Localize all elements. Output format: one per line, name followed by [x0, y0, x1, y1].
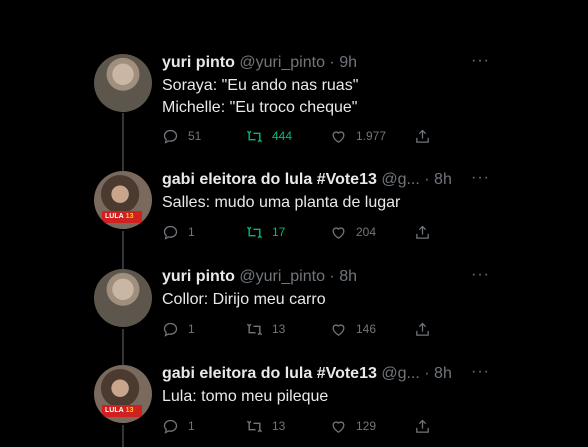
thread-line: [122, 113, 124, 171]
retweet-icon: [246, 130, 263, 142]
author-handle[interactable]: @yuri_pinto: [239, 268, 325, 285]
reply-count: 1: [188, 322, 195, 336]
tweet-text-line: Soraya: "Eu ando nas ruas": [162, 77, 359, 94]
retweet-count: 17: [272, 225, 286, 239]
reply-count: 51: [188, 129, 202, 143]
tweet-time[interactable]: · 8h: [424, 171, 452, 188]
reply-icon: [163, 129, 178, 144]
retweet-button[interactable]: 13: [246, 416, 285, 436]
like-button[interactable]: 1.977: [330, 126, 386, 146]
lula-badge: LULA 13: [102, 211, 142, 223]
reply-button[interactable]: 1: [162, 319, 195, 339]
share-button[interactable]: [414, 222, 431, 242]
thread-line: [122, 425, 124, 447]
badge-number: 13: [125, 213, 134, 220]
more-options-icon[interactable]: ···: [471, 169, 490, 187]
avatar[interactable]: LULA 13: [94, 365, 152, 423]
heart-icon: [332, 226, 345, 239]
retweet-count: 13: [272, 419, 286, 433]
heart-icon: [332, 323, 345, 336]
share-icon: [416, 419, 429, 433]
like-button[interactable]: 204: [330, 222, 376, 242]
retweet-icon: [246, 226, 263, 238]
retweet-icon: [246, 420, 263, 432]
avatar[interactable]: [94, 269, 152, 327]
like-button[interactable]: 146: [330, 319, 376, 339]
like-button[interactable]: 129: [330, 416, 376, 436]
thread-line: [122, 329, 124, 365]
reply-button[interactable]: 1: [162, 416, 195, 436]
avatar[interactable]: LULA 13: [94, 171, 152, 229]
heart-icon: [332, 130, 345, 143]
share-icon: [416, 129, 429, 143]
like-count: 129: [356, 419, 377, 433]
avatar[interactable]: [94, 54, 152, 112]
more-options-icon[interactable]: ···: [471, 52, 490, 70]
like-count: 146: [356, 322, 377, 336]
retweet-button[interactable]: 17: [246, 222, 285, 242]
share-icon: [416, 322, 429, 336]
tweet-text-line: Collor: Dirijo meu carro: [162, 291, 326, 308]
reply-button[interactable]: 51: [162, 126, 201, 146]
author-name[interactable]: yuri pinto: [162, 54, 235, 71]
tweet-text-line: Lula: tomo meu pileque: [162, 388, 329, 405]
like-count: 1.977: [356, 129, 387, 143]
reply-icon: [163, 322, 178, 337]
reply-icon: [163, 225, 178, 240]
badge-text: LULA: [105, 213, 124, 220]
lula-badge: LULA 13: [102, 405, 142, 417]
thread-line: [122, 231, 124, 269]
share-button[interactable]: [414, 319, 431, 339]
tweet-text-line: Michelle: "Eu troco cheque": [162, 99, 358, 116]
reply-button[interactable]: 1: [162, 222, 195, 242]
retweet-button[interactable]: 444: [246, 126, 292, 146]
badge-text: LULA: [105, 407, 124, 414]
author-name[interactable]: yuri pinto: [162, 268, 235, 285]
more-options-icon[interactable]: ···: [471, 363, 490, 381]
share-button[interactable]: [414, 126, 431, 146]
retweet-button[interactable]: 13: [246, 319, 285, 339]
share-button[interactable]: [414, 416, 431, 436]
reply-count: 1: [188, 225, 195, 239]
retweet-count: 13: [272, 322, 286, 336]
tweet-time[interactable]: · 9h: [329, 54, 357, 71]
badge-number: 13: [125, 407, 134, 414]
retweet-icon: [246, 323, 263, 335]
author-handle[interactable]: @g...: [381, 365, 419, 382]
heart-icon: [332, 420, 345, 433]
author-name[interactable]: gabi eleitora do lula #Vote13: [162, 171, 377, 188]
share-icon: [416, 225, 429, 239]
author-name[interactable]: gabi eleitora do lula #Vote13: [162, 365, 377, 382]
author-handle[interactable]: @yuri_pinto: [239, 54, 325, 71]
reply-icon: [163, 419, 178, 434]
reply-count: 1: [188, 419, 195, 433]
like-count: 204: [356, 225, 377, 239]
more-options-icon[interactable]: ···: [471, 266, 490, 284]
tweet-time[interactable]: · 8h: [329, 268, 357, 285]
tweet-text-line: Salles: mudo uma planta de lugar: [162, 194, 401, 211]
author-handle[interactable]: @g...: [381, 171, 419, 188]
tweet-time[interactable]: · 8h: [424, 365, 452, 382]
retweet-count: 444: [272, 129, 293, 143]
